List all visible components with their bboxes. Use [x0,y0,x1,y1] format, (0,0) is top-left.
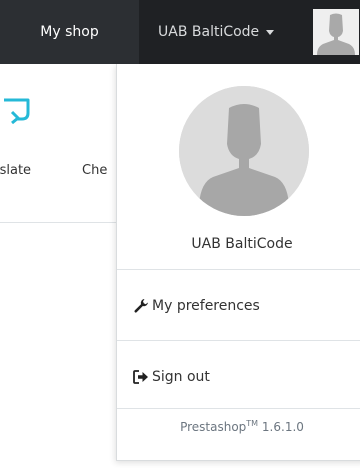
tab-translate[interactable]: ıslate [0,163,31,178]
navbar-avatar[interactable] [313,9,359,55]
tab-check[interactable]: Che [82,163,107,178]
user-silhouette-icon [179,86,309,216]
sign-out-icon [133,369,149,385]
my-preferences-label: My preferences [152,298,260,314]
page-divider [0,222,118,223]
version-footer: PrestashopTM 1.6.1.0 [117,419,360,434]
my-shop-label: My shop [40,24,99,40]
user-silhouette-icon [313,9,359,55]
dropdown-divider [117,340,360,341]
dropdown-divider [117,408,360,409]
footer-version: 1.6.1.0 [261,420,304,434]
translate-icon [2,96,32,125]
dropdown-divider [117,269,360,270]
my-shop-link[interactable]: My shop [0,0,139,64]
footer-brand: Prestashop [180,420,247,434]
footer-tm: TM [246,419,259,428]
user-dropdown-menu: UAB BaltiCode My preferences Sign out Pr… [116,64,360,461]
profile-name: UAB BaltiCode [191,236,293,252]
profile-avatar [179,86,309,216]
my-preferences-link[interactable]: My preferences [133,295,260,317]
caret-down-icon [266,29,275,35]
user-menu-label: UAB BaltiCode [158,24,260,40]
user-menu-toggle[interactable]: UAB BaltiCode [139,0,360,64]
user-menu-label-wrap: UAB BaltiCode [158,0,275,64]
sign-out-label: Sign out [152,369,210,385]
sign-out-link[interactable]: Sign out [133,366,210,388]
wrench-icon [133,298,149,314]
top-navbar: My shop UAB BaltiCode [0,0,360,64]
